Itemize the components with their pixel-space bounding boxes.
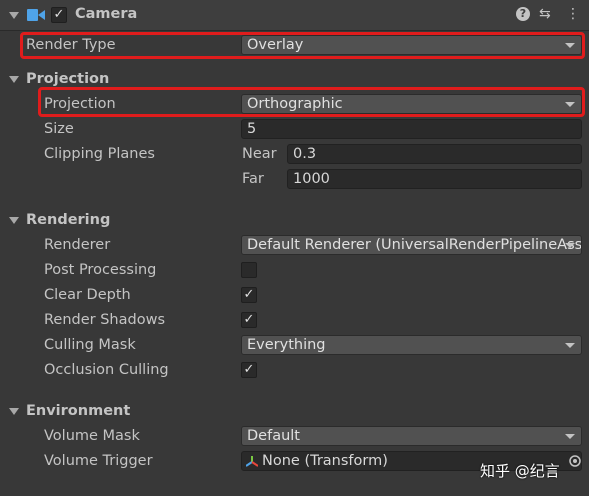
rendering-section-title[interactable]: Rendering xyxy=(26,212,110,228)
chevron-down-icon xyxy=(565,434,575,439)
chevron-down-icon xyxy=(565,243,575,248)
environment-foldout-arrow[interactable] xyxy=(9,408,19,415)
occlusion-culling-checkbox[interactable]: ✓ xyxy=(241,362,257,378)
projection-section-title[interactable]: Projection xyxy=(26,71,109,87)
post-processing-label: Post Processing xyxy=(44,262,157,278)
object-picker-icon[interactable] xyxy=(569,455,581,467)
volume-trigger-label: Volume Trigger xyxy=(44,453,153,469)
rendering-foldout-arrow[interactable] xyxy=(9,217,19,224)
component-title: Camera xyxy=(75,6,138,22)
renderer-dropdown[interactable]: Default Renderer (UniversalRenderPipelin… xyxy=(241,235,582,255)
clipping-planes-label: Clipping Planes xyxy=(44,146,155,162)
near-field[interactable]: 0.3 xyxy=(287,144,582,164)
help-icon[interactable]: ? xyxy=(516,7,530,21)
culling-mask-dropdown[interactable]: Everything xyxy=(241,335,582,355)
volume-mask-label: Volume Mask xyxy=(44,428,140,444)
environment-section-title[interactable]: Environment xyxy=(26,403,130,419)
volume-mask-value: Default xyxy=(247,428,300,444)
size-field[interactable]: 5 xyxy=(241,119,582,139)
far-label: Far xyxy=(242,171,264,187)
component-enabled-checkbox[interactable]: ✓ xyxy=(51,7,67,23)
projection-highlight xyxy=(38,87,585,117)
far-field[interactable]: 1000 xyxy=(287,169,582,189)
post-processing-checkbox[interactable] xyxy=(241,262,257,278)
culling-mask-label: Culling Mask xyxy=(44,337,136,353)
renderer-label: Renderer xyxy=(44,237,111,253)
render-shadows-label: Render Shadows xyxy=(44,312,165,328)
occlusion-culling-label: Occlusion Culling xyxy=(44,362,169,378)
projection-foldout-arrow[interactable] xyxy=(9,76,19,83)
context-menu-icon[interactable]: ⋮ xyxy=(566,6,580,22)
near-label: Near xyxy=(242,146,277,162)
clear-depth-checkbox[interactable]: ✓ xyxy=(241,287,257,303)
size-label: Size xyxy=(44,121,74,137)
clear-depth-label: Clear Depth xyxy=(44,287,131,303)
renderer-value: Default Renderer (UniversalRenderPipelin… xyxy=(247,237,582,253)
render-type-highlight xyxy=(20,32,585,59)
render-shadows-checkbox[interactable]: ✓ xyxy=(241,312,257,328)
transform-icon xyxy=(246,456,258,467)
culling-mask-value: Everything xyxy=(247,337,326,353)
volume-trigger-value: None (Transform) xyxy=(262,453,388,469)
volume-mask-dropdown[interactable]: Default xyxy=(241,426,582,446)
presets-icon[interactable]: ⇆ xyxy=(539,6,551,22)
chevron-down-icon xyxy=(565,343,575,348)
watermark-text: 知乎 @纪言 xyxy=(480,462,560,480)
camera-icon xyxy=(27,9,45,21)
camera-foldout-arrow[interactable] xyxy=(9,12,19,19)
